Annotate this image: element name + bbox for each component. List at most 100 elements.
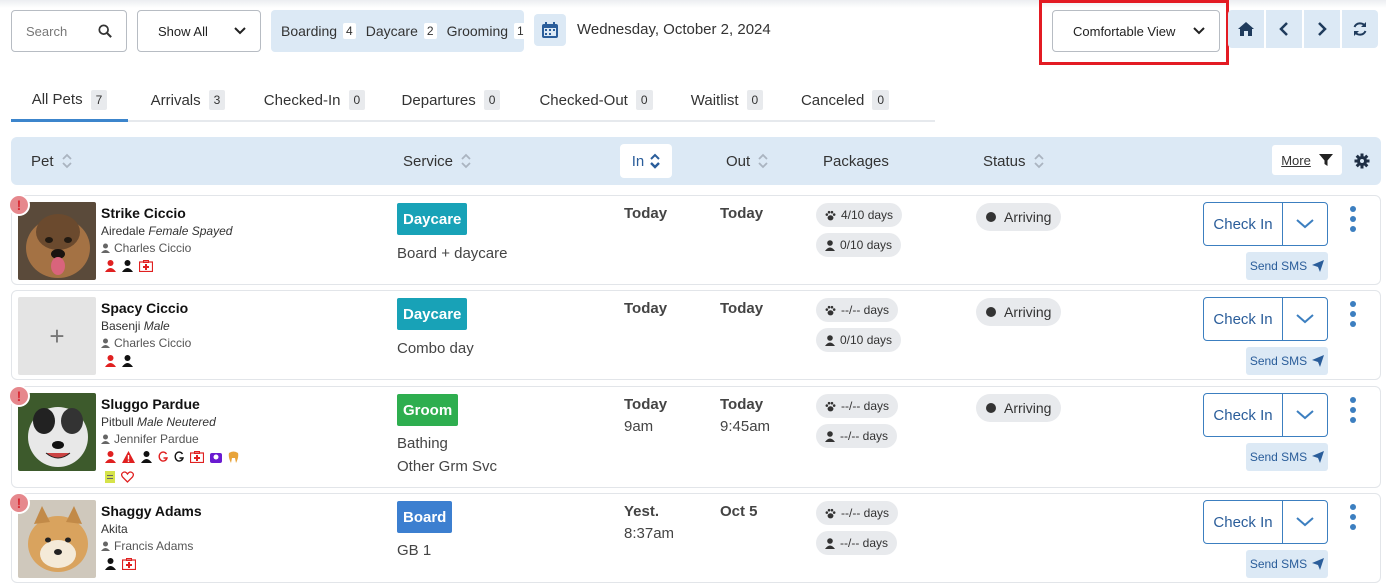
gear-icon[interactable]	[1354, 153, 1370, 169]
pet-tag-icons	[105, 558, 136, 570]
check-in-button[interactable]: Check In	[1204, 298, 1283, 340]
pet-owner[interactable]: Jennifer Pardue	[101, 432, 199, 446]
breed-name: Akita	[101, 522, 128, 536]
tab-label: Canceled	[800, 91, 865, 109]
check-in-button[interactable]: Check In	[1204, 501, 1283, 543]
row-menu-button[interactable]	[1349, 206, 1357, 232]
tab-canceled[interactable]: Canceled 0	[783, 80, 907, 120]
check-in-dropdown[interactable]	[1283, 203, 1327, 245]
send-sms-button[interactable]: Send SMS	[1246, 550, 1328, 578]
table-header: Pet Service In Out Packages Status More	[11, 137, 1381, 185]
send-sms-button[interactable]: Send SMS	[1246, 347, 1328, 375]
show-filter-select[interactable]: Show All	[137, 10, 261, 52]
tab-label: Departures	[401, 91, 476, 109]
person-black-icon	[141, 451, 152, 463]
pet-name[interactable]: Strike Ciccio	[101, 205, 186, 221]
send-sms-button[interactable]: Send SMS	[1246, 443, 1328, 471]
check-in-dropdown[interactable]	[1283, 394, 1327, 436]
table-row: ! Strike Ciccio Airedale Female Spayed C…	[8, 194, 1381, 285]
tab-departures[interactable]: Departures 0	[381, 80, 521, 120]
row-menu-button[interactable]	[1349, 301, 1357, 327]
search-input[interactable]: Search	[11, 10, 127, 52]
table-row: ! Sluggo Pardue Pitbull Male Neutered Je…	[8, 385, 1381, 488]
pet-owner[interactable]: Charles Ciccio	[101, 241, 191, 255]
column-packages: Packages	[823, 137, 889, 185]
package-pill: --/-- days	[816, 501, 898, 525]
chevron-down-icon	[1296, 517, 1314, 527]
home-button[interactable]	[1228, 10, 1264, 48]
status-dot	[986, 403, 996, 413]
tab-waitlist[interactable]: Waitlist 0	[671, 80, 783, 120]
check-in-button[interactable]: Check In	[1204, 203, 1283, 245]
user-icon	[101, 338, 110, 348]
next-day-button[interactable]	[1304, 10, 1340, 48]
breed-name: Airedale	[101, 224, 146, 238]
alert-icon[interactable]: !	[8, 492, 30, 514]
pet-owner[interactable]: Charles Ciccio	[101, 336, 191, 350]
tab-count: 0	[635, 90, 653, 110]
paper-plane-icon	[1312, 451, 1325, 463]
check-in-dropdown[interactable]	[1283, 501, 1327, 543]
pet-tag-icons	[105, 355, 133, 367]
home-icon	[1238, 22, 1254, 36]
pet-name[interactable]: Sluggo Pardue	[101, 396, 200, 412]
pet-name[interactable]: Shaggy Adams	[101, 503, 202, 519]
tab-checked-out[interactable]: Checked-Out 0	[521, 80, 671, 120]
document-icon	[105, 471, 115, 483]
bag-purple-icon	[210, 453, 222, 463]
count-boarding: 4	[343, 23, 356, 39]
column-in[interactable]: In	[620, 144, 672, 178]
column-service[interactable]: Service	[403, 137, 471, 185]
medical-kit-icon	[190, 451, 204, 463]
package-pill: --/-- days	[816, 298, 898, 322]
alert-icon[interactable]: !	[8, 385, 30, 407]
chevron-down-icon	[1296, 410, 1314, 420]
tab-arrivals[interactable]: Arrivals 3	[128, 80, 248, 120]
pet-photo	[18, 202, 96, 280]
tab-all-pets[interactable]: All Pets 7	[11, 80, 128, 122]
current-date: Wednesday, October 2, 2024	[577, 21, 771, 38]
paw-icon	[825, 210, 836, 220]
service-counts: Boarding 4 Daycare 2 Grooming 1	[271, 10, 527, 52]
pet-breed: Basenji Male	[101, 319, 170, 333]
alert-icon[interactable]: !	[8, 194, 30, 216]
row-menu-button[interactable]	[1349, 397, 1357, 423]
refresh-icon	[1353, 22, 1367, 36]
send-sms-button[interactable]: Send SMS	[1246, 252, 1328, 280]
column-pet[interactable]: Pet	[31, 137, 72, 185]
tab-label: Waitlist	[690, 91, 739, 109]
column-out-label: Out	[726, 152, 751, 170]
previous-day-button[interactable]	[1266, 10, 1302, 48]
tab-label: All Pets	[31, 91, 83, 108]
more-filters-button[interactable]: More	[1272, 145, 1342, 175]
in-day: Today	[624, 205, 668, 222]
out-time: 9:45am	[720, 418, 771, 435]
in-day: Today	[624, 300, 668, 317]
breed-name: Basenji	[101, 319, 141, 333]
pet-name[interactable]: Spacy Ciccio	[101, 300, 188, 316]
pet-breed: Akita	[101, 522, 128, 536]
tab-label: Arrivals	[150, 91, 201, 109]
status-label: Arriving	[1004, 209, 1052, 225]
check-in-time: Yest. 8:37am	[624, 501, 674, 545]
tab-label: Checked-Out	[539, 91, 628, 109]
check-in-dropdown[interactable]	[1283, 298, 1327, 340]
tab-checked-in[interactable]: Checked-In 0	[248, 80, 381, 120]
column-out[interactable]: Out	[726, 137, 768, 185]
pet-owner[interactable]: Francis Adams	[101, 539, 193, 553]
user-icon	[101, 541, 110, 551]
service-badge: Board	[397, 501, 453, 533]
check-in-button[interactable]: Check In	[1204, 394, 1283, 436]
package-value: --/-- days	[841, 303, 889, 317]
package-value: --/-- days	[840, 429, 888, 443]
status-badge: Arriving	[976, 203, 1062, 231]
package-pill: --/-- days	[816, 531, 897, 555]
column-status[interactable]: Status	[983, 137, 1044, 185]
row-menu-button[interactable]	[1349, 504, 1357, 530]
pet-photo-placeholder[interactable]: +	[18, 297, 96, 375]
refresh-button[interactable]	[1342, 10, 1378, 48]
out-day: Oct 5	[720, 503, 758, 520]
pet-breed: Pitbull Male Neutered	[101, 415, 216, 429]
calendar-button[interactable]	[534, 14, 566, 46]
breed-name: Pitbull	[101, 415, 134, 429]
